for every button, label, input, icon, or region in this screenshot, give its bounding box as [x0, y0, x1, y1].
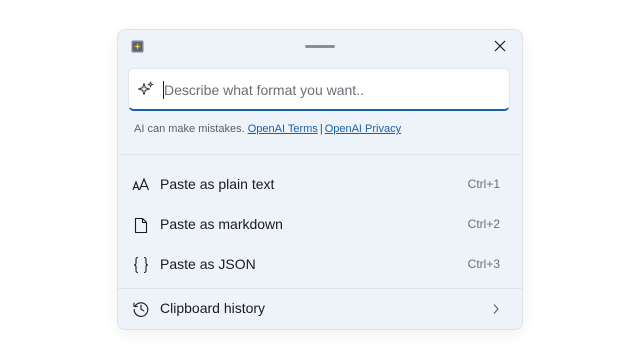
- close-button[interactable]: [490, 36, 510, 56]
- disclaimer: AI can make mistakes. OpenAI Terms | OpenA…: [134, 123, 401, 135]
- prompt-input[interactable]: [164, 78, 494, 102]
- menu-item-label: Clipboard history: [160, 300, 266, 316]
- link-separator: |: [319, 123, 323, 135]
- prompt-box: [128, 68, 510, 111]
- chevron-right-icon: [493, 304, 499, 314]
- paste-plain-text-item[interactable]: Paste as plain text Ctrl+1: [122, 166, 518, 204]
- menu-item-label: Paste as plain text: [160, 176, 275, 192]
- menu-item-label: Paste as JSON: [160, 256, 256, 272]
- app-icon: [131, 40, 144, 53]
- paste-markdown-item[interactable]: Paste as markdown Ctrl+2: [122, 206, 518, 244]
- divider: [118, 288, 522, 289]
- shortcut-label: Ctrl+2: [467, 217, 500, 231]
- drag-handle[interactable]: [305, 45, 335, 48]
- braces-icon: [132, 256, 150, 274]
- shortcut-label: Ctrl+1: [467, 177, 500, 191]
- menu-item-label: Paste as markdown: [160, 216, 283, 232]
- paste-json-item[interactable]: Paste as JSON Ctrl+3: [122, 246, 518, 284]
- sparkle-icon: [137, 81, 154, 96]
- advanced-paste-window: AI can make mistakes. OpenAI Terms|OpenA…: [118, 30, 522, 329]
- privacy-link[interactable]: OpenAI Privacy: [325, 123, 401, 135]
- disclaimer-text: AI can make mistakes.: [134, 123, 245, 135]
- document-icon: [132, 216, 150, 234]
- history-icon: [132, 300, 150, 318]
- terms-link[interactable]: OpenAI Terms: [248, 123, 318, 135]
- shortcut-label: Ctrl+3: [467, 257, 500, 271]
- font-size-icon: [132, 176, 150, 194]
- divider: [118, 154, 522, 155]
- clipboard-history-item[interactable]: Clipboard history: [122, 290, 518, 328]
- close-icon: [494, 40, 506, 52]
